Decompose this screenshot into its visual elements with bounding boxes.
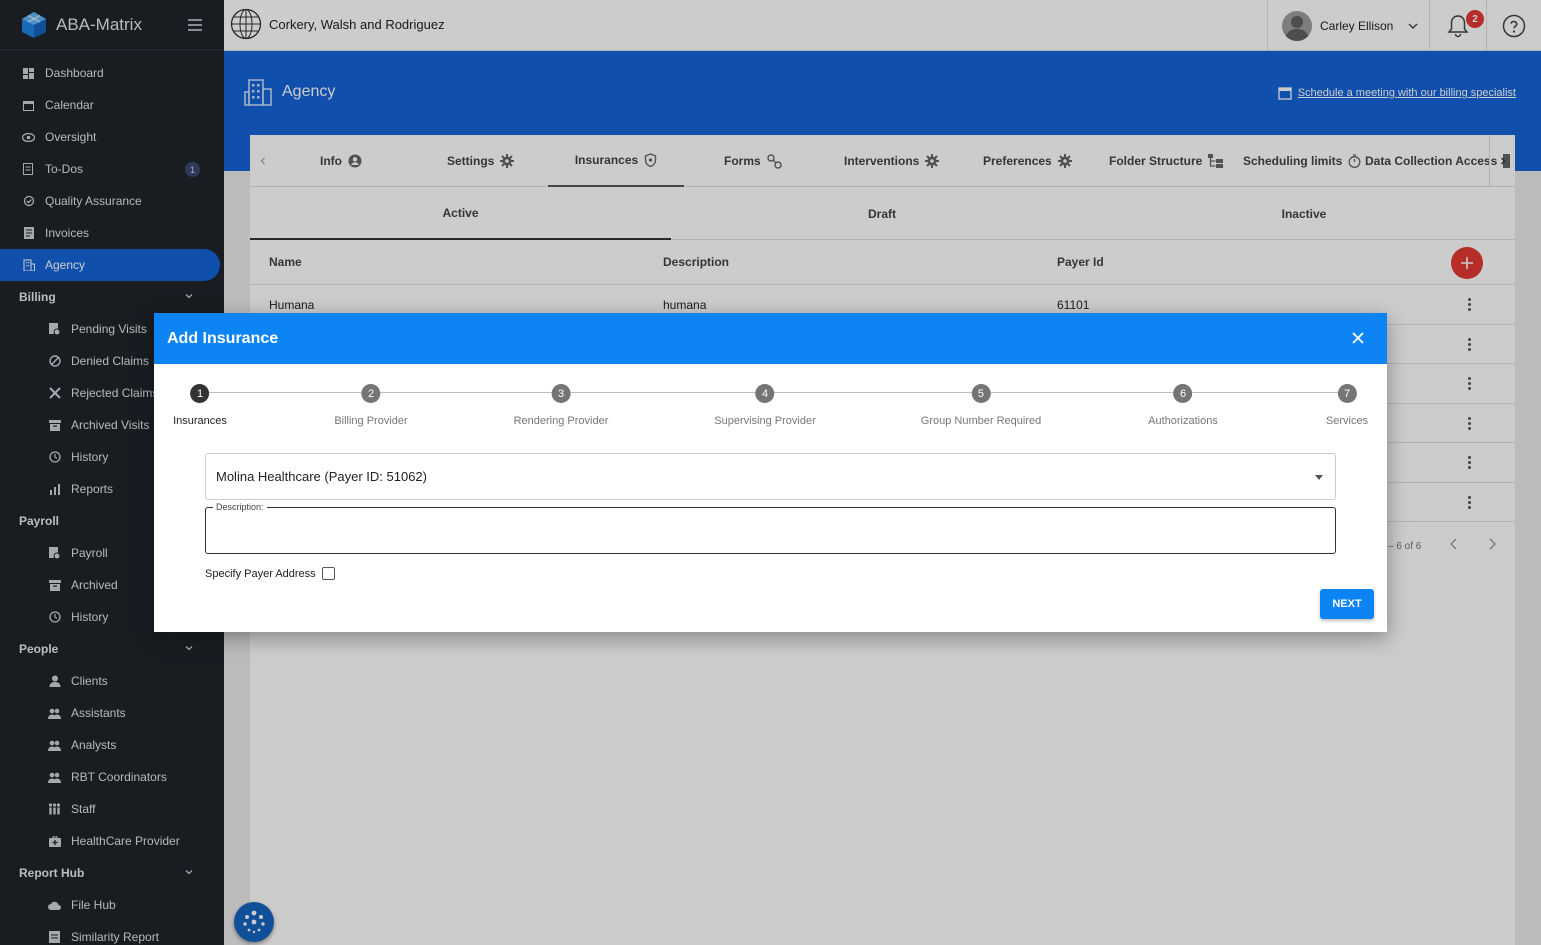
- step-number: 1: [190, 384, 210, 403]
- dialog-title: Add Insurance: [167, 329, 279, 347]
- dropdown-caret-icon: [1315, 475, 1323, 480]
- insurance-select-value: Molina Healthcare (Payer ID: 51062): [216, 469, 427, 484]
- step-label: Rendering Provider: [513, 415, 609, 427]
- close-icon[interactable]: [1351, 331, 1365, 345]
- step-authorizations[interactable]: 6 Authorizations: [1148, 384, 1218, 427]
- step-number: 7: [1337, 384, 1357, 403]
- step-number: 3: [551, 384, 571, 403]
- add-insurance-dialog: Add Insurance 1 Insurances 2 Billing Provi…: [154, 313, 1387, 632]
- step-number: 5: [971, 384, 991, 403]
- insurance-select[interactable]: Molina Healthcare (Payer ID: 51062): [205, 453, 1336, 500]
- step-label: Group Number Required: [920, 415, 1042, 427]
- step-number: 6: [1173, 384, 1193, 403]
- step-services[interactable]: 7 Services: [1326, 384, 1368, 427]
- next-button-label: NEXT: [1332, 598, 1362, 610]
- step-label: Insurances: [173, 415, 227, 427]
- step-number: 4: [755, 384, 775, 403]
- step-label: Services: [1325, 415, 1369, 427]
- step-label: Supervising Provider: [714, 415, 816, 427]
- specify-payer-address-control: Specify Payer Address: [205, 567, 335, 580]
- description-label: Description:: [213, 502, 267, 512]
- step-group-number-required[interactable]: 5 Group Number Required: [921, 384, 1041, 427]
- step-billing-provider[interactable]: 2 Billing Provider: [334, 384, 408, 427]
- step-rendering-provider[interactable]: 3 Rendering Provider: [513, 384, 609, 427]
- step-label: Billing Provider: [334, 415, 408, 427]
- step-label: Authorizations: [1148, 415, 1218, 427]
- stepper: 1 Insurances 2 Billing Provider 3 Rendering…: [154, 364, 1387, 449]
- description-field[interactable]: Description:: [205, 502, 1336, 554]
- specify-payer-address-label: Specify Payer Address: [205, 567, 316, 580]
- step-insurances[interactable]: 1 Insurances: [173, 384, 227, 427]
- dialog-header: Add Insurance: [154, 313, 1387, 364]
- step-number: 2: [361, 384, 381, 403]
- step-supervising-provider[interactable]: 4 Supervising Provider: [714, 384, 816, 427]
- next-button[interactable]: NEXT: [1320, 589, 1374, 619]
- specify-payer-address-checkbox[interactable]: [321, 567, 335, 580]
